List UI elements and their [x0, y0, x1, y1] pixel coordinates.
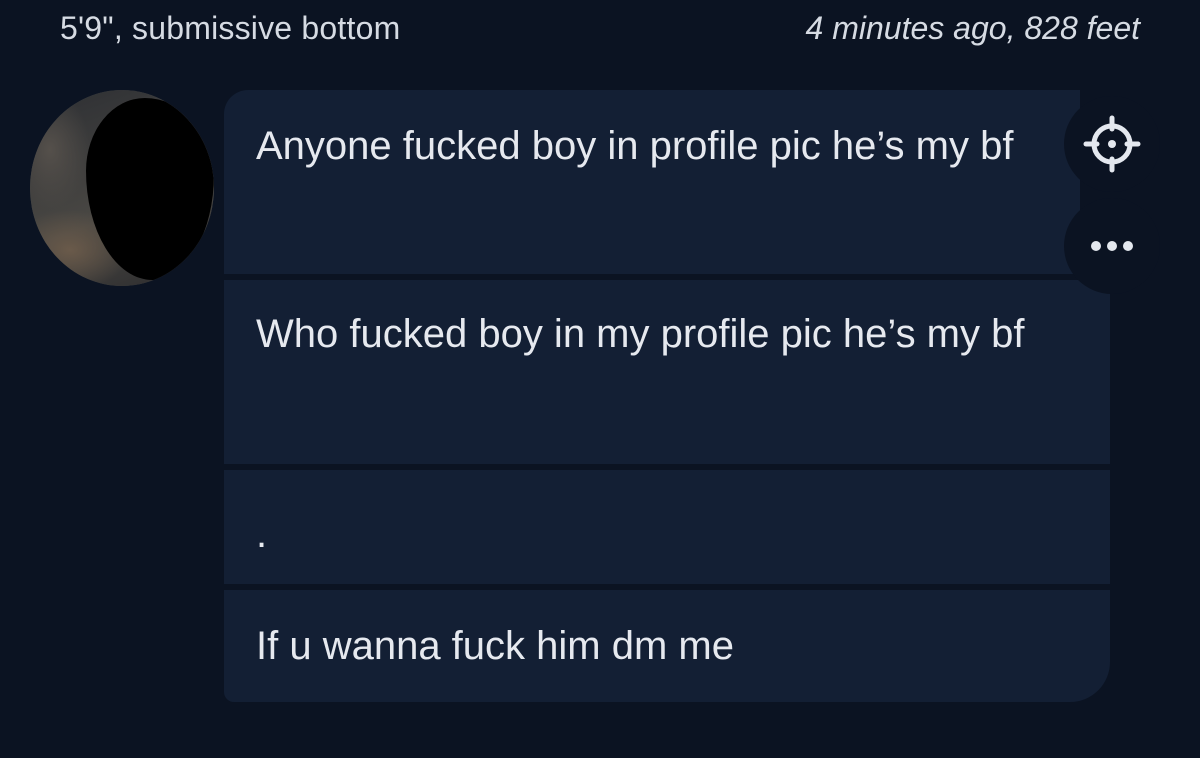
- crosshair-icon: [1083, 115, 1141, 173]
- message-text: Who fucked boy in my profile pic he’s my…: [256, 312, 1025, 356]
- more-options-icon: [1091, 241, 1133, 251]
- message-bubble[interactable]: Anyone fucked boy in profile pic he’s my…: [224, 90, 1080, 274]
- time-distance: 4 minutes ago, 828 feet: [805, 10, 1140, 46]
- message-text: .: [256, 512, 268, 556]
- message-bubble[interactable]: .: [224, 470, 1110, 584]
- locate-button[interactable]: [1064, 96, 1160, 192]
- message-text: If u wanna fuck him dm me: [256, 624, 734, 668]
- avatar[interactable]: [30, 90, 214, 286]
- message-group: Anyone fucked boy in profile pic he’s my…: [224, 90, 1110, 702]
- chat-screen: 5'9", submissive bottom 4 minutes ago, 8…: [0, 0, 1200, 758]
- message-text: Anyone fucked boy in profile pic he’s my…: [256, 124, 1014, 168]
- message-bubble[interactable]: Who fucked boy in my profile pic he’s my…: [224, 280, 1110, 464]
- message-bubble[interactable]: If u wanna fuck him dm me: [224, 590, 1110, 702]
- more-options-button[interactable]: [1064, 198, 1160, 294]
- profile-summary: 5'9", submissive bottom: [60, 10, 401, 46]
